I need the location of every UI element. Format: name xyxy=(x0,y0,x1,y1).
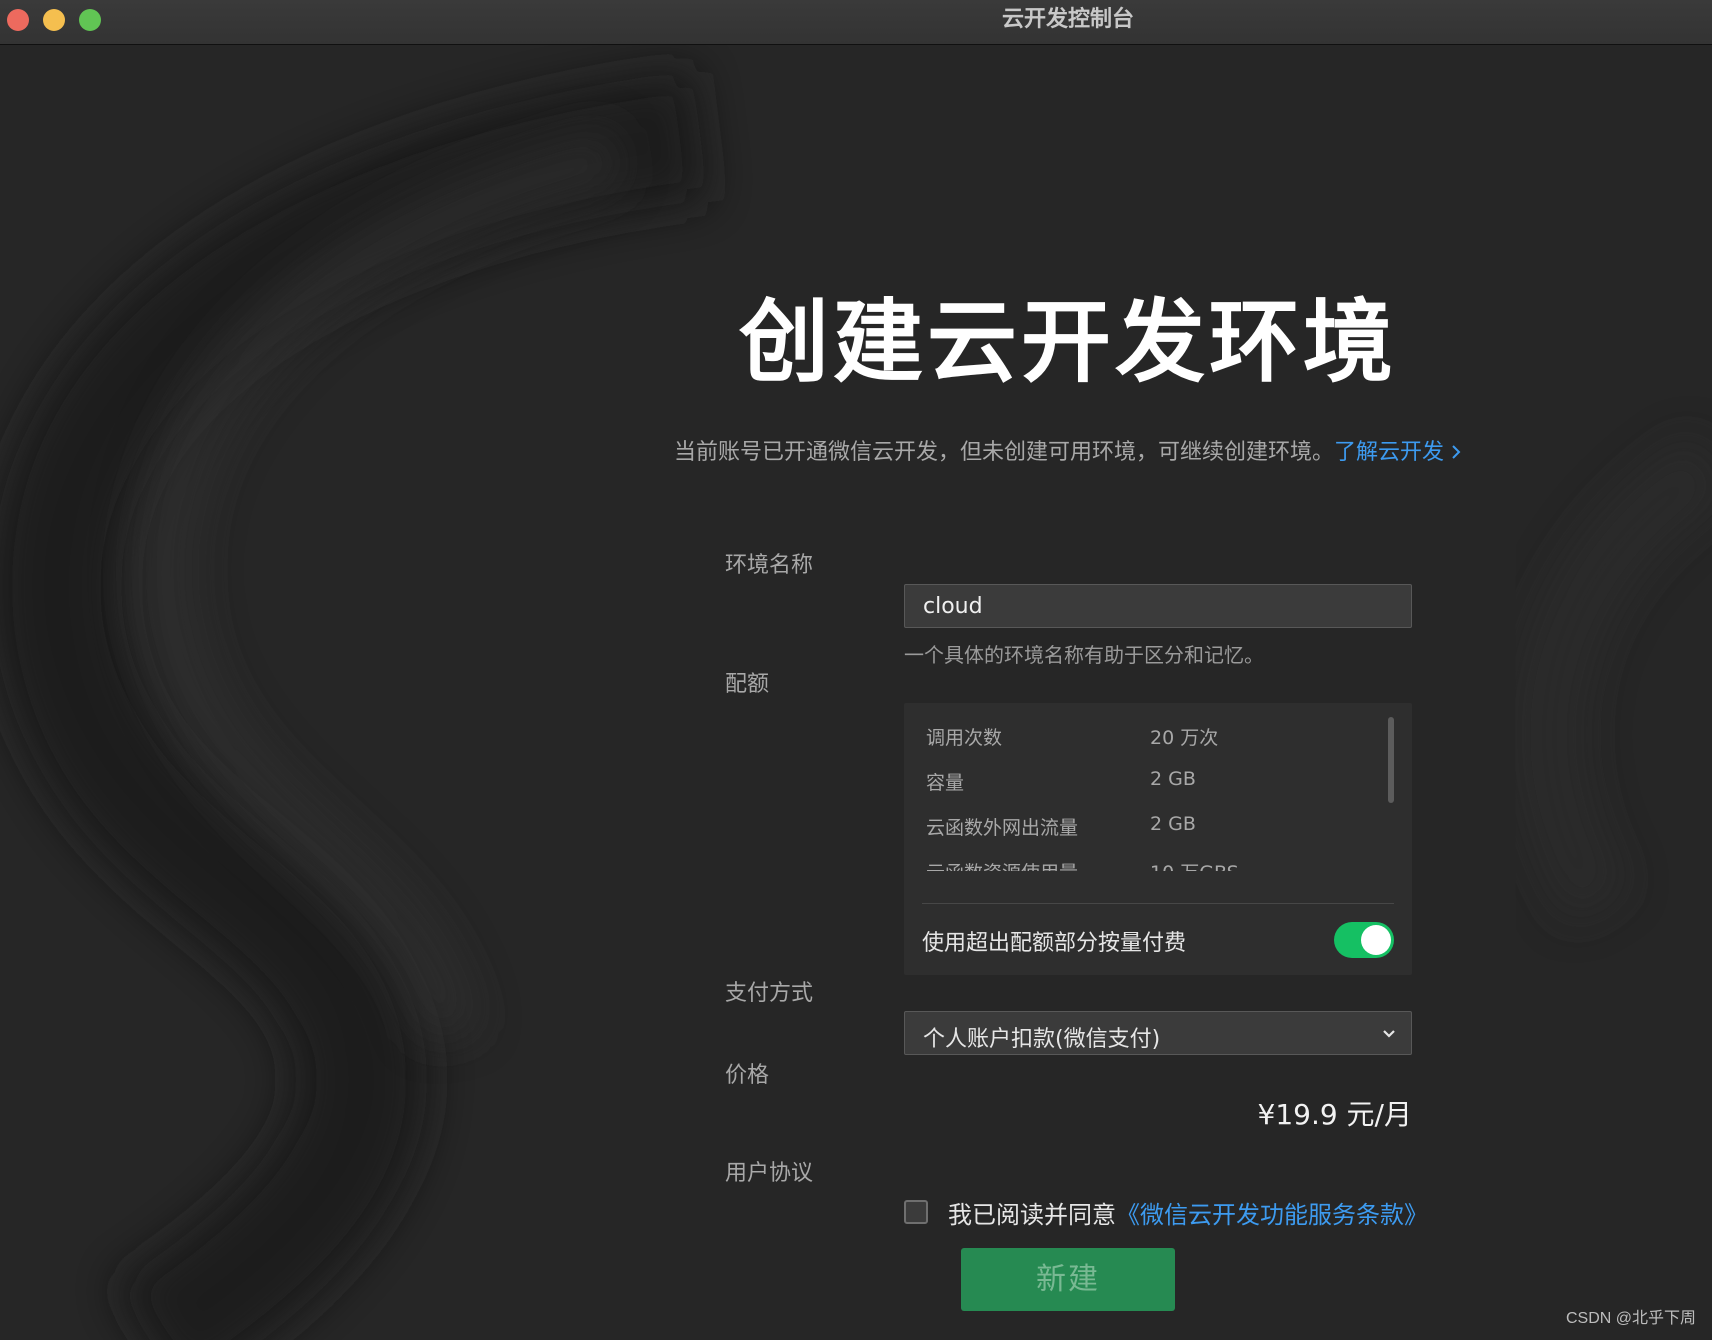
agreement-prefix: 我已阅读并同意 xyxy=(948,1201,1116,1229)
learn-more-link-label: 了解云开发 xyxy=(1334,440,1445,465)
quota-row: 云函数资源使用量 10 万GBS xyxy=(922,848,1382,871)
chevron-down-icon xyxy=(1383,1030,1395,1038)
subtitle: 当前账号已开通微信云开发，但未创建可用环境，可继续创建环境。了解云开发 xyxy=(0,434,1712,466)
payment-method-label: 支付方式 xyxy=(725,981,814,1006)
overage-billing-toggle[interactable] xyxy=(1334,922,1394,958)
overage-billing-label: 使用超出配额部分按量付费 xyxy=(922,931,1187,956)
agreement-text: 我已阅读并同意《微信云开发功能服务条款》 xyxy=(948,1195,1428,1230)
quota-row: 云函数外网出流量 2 GB xyxy=(922,803,1382,848)
chevron-right-icon xyxy=(1452,445,1461,459)
toggle-knob xyxy=(1361,925,1391,955)
quota-list[interactable]: 调用次数 20 万次 容量 2 GB 云函数外网出流量 2 GB 云函数资源使用… xyxy=(922,713,1382,871)
agreement-label: 用户协议 xyxy=(725,1161,814,1186)
env-name-input[interactable] xyxy=(904,584,1412,628)
env-name-hint: 一个具体的环境名称有助于区分和记忆。 xyxy=(904,643,1264,667)
quota-item-name: 容量 xyxy=(926,772,965,794)
window-titlebar: 云开发控制台 xyxy=(0,0,1712,45)
payment-method-select[interactable]: 个人账户扣款(微信支付) xyxy=(904,1011,1412,1055)
divider xyxy=(922,903,1394,904)
quota-item-name: 云函数外网出流量 xyxy=(926,817,1079,839)
quota-item-name: 调用次数 xyxy=(926,727,1003,749)
quota-label: 配额 xyxy=(725,672,770,697)
main-content: 创建云开发环境 当前账号已开通微信云开发，但未创建可用环境，可继续创建环境。了解… xyxy=(0,45,1712,1340)
quota-item-value: 2 GB xyxy=(1150,813,1196,835)
quota-item-value: 20 万次 xyxy=(1150,727,1219,749)
quota-item-value: 2 GB xyxy=(1150,768,1196,790)
env-name-label: 环境名称 xyxy=(725,553,814,578)
quota-item-value: 10 万GBS xyxy=(1150,858,1239,871)
window-title: 云开发控制台 xyxy=(1001,7,1134,32)
terms-link[interactable]: 《微信云开发功能服务条款》 xyxy=(1116,1201,1428,1229)
quota-row: 容量 2 GB xyxy=(922,758,1382,803)
quota-row: 调用次数 20 万次 xyxy=(922,713,1382,758)
quota-item-name: 云函数资源使用量 xyxy=(926,858,1078,871)
price-value: ¥19.9 元/月 xyxy=(1257,1098,1413,1131)
subtitle-text: 当前账号已开通微信云开发，但未创建可用环境，可继续创建环境。 xyxy=(673,440,1334,465)
price-label: 价格 xyxy=(725,1063,770,1088)
create-button[interactable]: 新建 xyxy=(961,1248,1175,1311)
agreement-checkbox[interactable] xyxy=(904,1200,928,1224)
quota-panel: 调用次数 20 万次 容量 2 GB 云函数外网出流量 2 GB 云函数资源使用… xyxy=(904,703,1412,975)
payment-method-value: 个人账户扣款(微信支付) xyxy=(923,1027,1161,1052)
quota-scrollbar[interactable] xyxy=(1388,717,1394,803)
watermark: CSDN @北乎下周 xyxy=(1565,1310,1696,1327)
background-swirl xyxy=(0,70,1712,1340)
page-title: 创建云开发环境 xyxy=(739,290,1397,395)
learn-more-link[interactable]: 了解云开发 xyxy=(1334,440,1462,465)
